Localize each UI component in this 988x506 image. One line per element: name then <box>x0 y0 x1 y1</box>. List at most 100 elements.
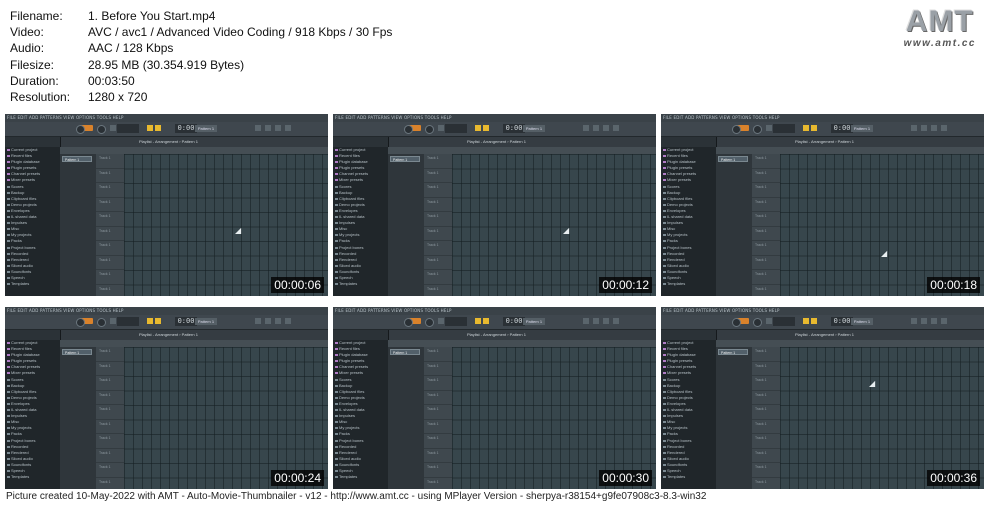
snap-icon <box>811 125 817 131</box>
audio-label: Audio: <box>10 41 45 56</box>
fl-browser: Current project Recent files Plugin databa… <box>5 330 61 489</box>
timestamp: 00:00:18 <box>927 277 980 293</box>
time-display: 0:00 <box>831 317 853 326</box>
track-header: Track 1 <box>752 463 780 478</box>
track-header: Track 1 <box>424 376 452 391</box>
track-list: Track 1 Track 1 Track 1 Track 1 Track 1 Track… <box>424 347 452 489</box>
track-header: Track 1 <box>96 212 124 227</box>
time-display: 0:00 <box>503 124 525 133</box>
pattern-selector: Pattern 1 <box>523 318 545 325</box>
time-display: 0:00 <box>503 317 525 326</box>
channel-rack-icon <box>593 125 599 131</box>
track-header: Track 1 <box>752 285 780 297</box>
piano-roll-icon <box>931 318 937 324</box>
browser-icon <box>613 125 619 131</box>
pitch-knob-icon <box>425 318 434 327</box>
filename-value: 1. Before You Start.mp4 <box>88 9 216 23</box>
track-header: Track 1 <box>96 241 124 256</box>
track-header: Track 1 <box>752 405 780 420</box>
pattern-clip: Pattern 1 <box>718 349 748 355</box>
track-header: Track 1 <box>424 285 452 297</box>
arrangement-grid <box>780 154 984 296</box>
play-icon <box>110 318 116 324</box>
pitch-knob-icon <box>753 125 762 134</box>
fl-menu: FILE EDIT ADD PATTERNS VIEW OPTIONS TOOL… <box>335 115 452 120</box>
browser-item: Templates <box>5 281 60 287</box>
track-header: Track 1 <box>752 241 780 256</box>
track-header: Track 1 <box>96 169 124 183</box>
track-header: Track 1 <box>752 478 780 490</box>
record-icon <box>803 318 809 324</box>
play-icon <box>766 318 772 324</box>
track-header: Track 1 <box>752 154 780 169</box>
arrangement-grid <box>780 347 984 489</box>
tempo-display <box>773 317 795 326</box>
time-display: 0:00 <box>175 124 197 133</box>
track-list: Track 1 Track 1 Track 1 Track 1 Track 1 Track… <box>752 154 780 296</box>
fl-menu: FILE EDIT ADD PATTERNS VIEW OPTIONS TOOL… <box>335 308 452 313</box>
time-display: 0:00 <box>831 124 853 133</box>
browser-icon <box>941 318 947 324</box>
pattern-selector: Pattern 1 <box>195 125 217 132</box>
fl-menu: FILE EDIT ADD PATTERNS VIEW OPTIONS TOOL… <box>7 115 124 120</box>
mixer-icon <box>255 318 261 324</box>
fl-menu: FILE EDIT ADD PATTERNS VIEW OPTIONS TOOL… <box>663 115 780 120</box>
track-header: Track 1 <box>96 434 124 449</box>
play-icon <box>438 318 444 324</box>
pitch-knob-icon <box>97 318 106 327</box>
mixer-icon <box>583 125 589 131</box>
timestamp: 00:00:24 <box>271 470 324 486</box>
playlist-breadcrumb: Playlist - Arrangement › Pattern 1 <box>139 332 198 337</box>
track-header: Track 1 <box>96 347 124 362</box>
tempo-display <box>773 124 795 133</box>
track-header: Track 1 <box>752 434 780 449</box>
track-header: Track 1 <box>96 449 124 463</box>
video-value: AVC / avc1 / Advanced Video Coding / 918… <box>88 25 393 40</box>
pattern-picker: Pattern 1 <box>388 154 424 296</box>
play-icon <box>438 125 444 131</box>
track-header: Track 1 <box>96 227 124 241</box>
play-icon <box>110 125 116 131</box>
track-list: Track 1 Track 1 Track 1 Track 1 Track 1 Track… <box>424 154 452 296</box>
track-header: Track 1 <box>424 362 452 376</box>
track-header: Track 1 <box>96 420 124 434</box>
arrangement-grid <box>124 347 328 489</box>
fl-menubar: FILE EDIT ADD PATTERNS VIEW OPTIONS TOOL… <box>333 307 656 315</box>
track-list: Track 1 Track 1 Track 1 Track 1 Track 1 Track… <box>96 347 124 489</box>
track-header: Track 1 <box>424 391 452 405</box>
video-label: Video: <box>10 25 44 40</box>
fl-browser: Current project Recent files Plugin databa… <box>333 330 389 489</box>
track-header: Track 1 <box>424 227 452 241</box>
browser-item: Templates <box>333 474 388 480</box>
track-list: Track 1 Track 1 Track 1 Track 1 Track 1 Track… <box>96 154 124 296</box>
video-thumbnail: FILE EDIT ADD PATTERNS VIEW OPTIONS TOOL… <box>661 114 984 296</box>
track-header: Track 1 <box>424 212 452 227</box>
playlist-window: Pattern 1 Track 1 Track 1 Track 1 Track 1 Tr… <box>716 340 984 489</box>
footer-credit: Picture created 10-May-2022 with AMT - A… <box>6 491 707 502</box>
fl-menu: FILE EDIT ADD PATTERNS VIEW OPTIONS TOOL… <box>7 308 124 313</box>
volume-knob-icon <box>76 125 85 134</box>
browser-item: Templates <box>661 474 716 480</box>
pitch-knob-icon <box>425 125 434 134</box>
track-header: Track 1 <box>424 347 452 362</box>
pattern-picker: Pattern 1 <box>388 347 424 489</box>
browser-icon <box>285 318 291 324</box>
pattern-picker: Pattern 1 <box>716 347 752 489</box>
pattern-selector: Pattern 1 <box>851 318 873 325</box>
track-header: Track 1 <box>424 256 452 270</box>
browser-icon <box>941 125 947 131</box>
fl-toolbar: 0:00 Pattern 1 <box>5 122 328 137</box>
time-display: 0:00 <box>175 317 197 326</box>
mixer-icon <box>583 318 589 324</box>
browser-item: Templates <box>5 474 60 480</box>
volume-knob-icon <box>404 125 413 134</box>
fl-toolbar: 0:00 Pattern 1 <box>661 315 984 330</box>
record-icon <box>803 125 809 131</box>
resolution-label: Resolution: <box>10 90 71 105</box>
track-header: Track 1 <box>96 285 124 297</box>
track-header: Track 1 <box>96 391 124 405</box>
playlist-breadcrumb: Playlist - Arrangement › Pattern 1 <box>467 139 526 144</box>
playlist-window: Pattern 1 Track 1 Track 1 Track 1 Track 1 Tr… <box>60 147 328 296</box>
video-thumbnail: FILE EDIT ADD PATTERNS VIEW OPTIONS TOOL… <box>333 114 656 296</box>
track-header: Track 1 <box>424 169 452 183</box>
